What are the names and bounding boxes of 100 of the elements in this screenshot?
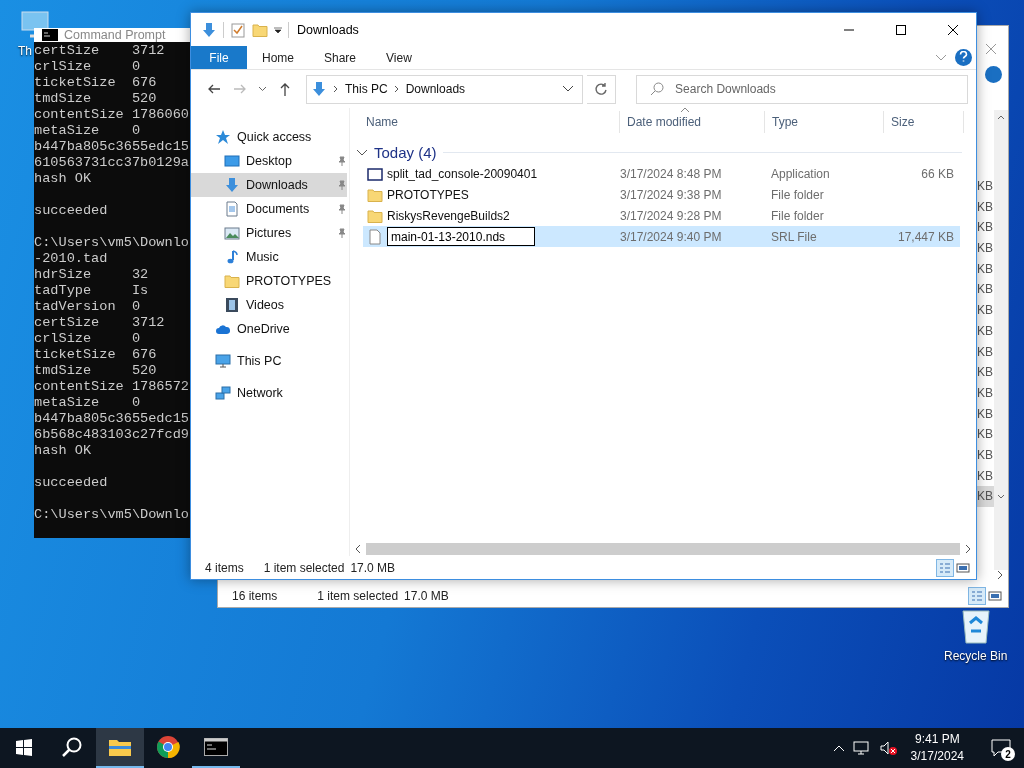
size-cell-text: KB xyxy=(976,322,994,340)
close-icon[interactable] xyxy=(986,44,996,54)
terminal-line: hdrSize 32 xyxy=(34,267,150,283)
status-text: 4 items xyxy=(205,560,244,575)
notifications-button[interactable]: 2 xyxy=(986,733,1016,763)
file-row[interactable]: split_tad_console-20090401 3/17/2024 8:48 PM Application 66 KB xyxy=(363,163,960,184)
desktop-icon[interactable]: Recycle Bin xyxy=(944,605,1008,663)
pin-icon xyxy=(337,228,347,238)
nav-item[interactable]: Pictures xyxy=(191,221,347,245)
file-name: RiskysRevengeBuilds2 xyxy=(387,208,510,223)
size-cell-text: KB xyxy=(976,384,994,402)
date-cell-text: 3/17/2024 8:48 PM xyxy=(620,166,723,181)
chevron-right-icon xyxy=(393,85,400,93)
network-icon xyxy=(215,385,231,401)
type-cell-text: File folder xyxy=(770,187,825,202)
ribbon-tab[interactable]: Home xyxy=(247,46,309,69)
ribbon-tab[interactable]: View xyxy=(371,46,427,69)
desktop-icon xyxy=(224,153,240,169)
size-cell-text: KB xyxy=(976,446,994,464)
terminal-line: crlSize 0 xyxy=(34,331,142,347)
column-header[interactable]: Size xyxy=(884,111,964,133)
terminal-line: metaSize 0 xyxy=(34,123,142,139)
nav-item[interactable]: Documents xyxy=(191,197,347,221)
file-row[interactable]: main-01-13-2010.nds 3/17/2024 9:40 PM SRL File 17,447 KB xyxy=(363,226,960,247)
film-icon xyxy=(224,297,240,313)
refresh-button[interactable] xyxy=(587,74,617,104)
taskbar-button[interactable] xyxy=(96,728,144,768)
nav-item[interactable]: Downloads xyxy=(191,173,347,197)
address-bar[interactable]: This PC Downloads xyxy=(306,74,584,104)
size-cell-text: 17,447 KB xyxy=(896,229,954,244)
file-row[interactable]: PROTOTYPES 3/17/2024 9:38 PM File folder xyxy=(363,184,960,205)
column-header[interactable]: Type xyxy=(765,111,884,133)
window-icon xyxy=(367,165,383,182)
group-header[interactable]: Today (4) xyxy=(374,143,437,161)
star-icon xyxy=(215,129,231,145)
nav-item[interactable]: Quick access xyxy=(191,125,347,149)
folder-icon xyxy=(108,737,132,757)
windows-logo-icon xyxy=(15,738,33,756)
nav-item[interactable]: Videos xyxy=(191,293,347,317)
clock-date[interactable]: 3/17/2024 xyxy=(910,748,964,765)
ribbon-tab[interactable]: Share xyxy=(309,46,372,69)
terminal-line: hash OK xyxy=(34,443,93,459)
size-cell-text: KB xyxy=(976,281,994,299)
terminal-line: contentSize 1786060 xyxy=(34,107,190,123)
nav-item[interactable]: PROTOTYPES xyxy=(191,269,347,293)
status-text: 17.0 MB xyxy=(404,588,449,603)
terminal-line: tmdSize 520 xyxy=(34,363,158,379)
scrollbar[interactable] xyxy=(994,110,1008,570)
breadcrumb[interactable]: This PC xyxy=(345,82,388,96)
folder-icon xyxy=(367,186,383,203)
nav-item[interactable]: Music xyxy=(191,245,347,269)
icon-label: Th xyxy=(18,44,32,58)
status-text: 17.0 MB xyxy=(350,560,396,575)
ribbon-tab[interactable]: File xyxy=(191,46,247,69)
refresh-icon xyxy=(594,82,609,96)
nav-item[interactable]: This PC xyxy=(191,349,347,373)
file-row[interactable]: RiskysRevengeBuilds2 3/17/2024 9:28 PM File folder xyxy=(363,205,960,226)
nav-item[interactable]: Desktop xyxy=(191,149,347,173)
maximize-icon xyxy=(896,24,906,35)
terminal-line: 6b568c483103c27fcd9 xyxy=(34,427,190,443)
pin-icon xyxy=(337,180,347,190)
file-name: split_tad_console-20090401 xyxy=(387,166,538,181)
terminal-line: b447ba805c3655edc15 xyxy=(34,139,190,155)
pin-icon xyxy=(337,156,347,166)
help-button[interactable] xyxy=(955,49,972,66)
folder-icon xyxy=(224,273,240,289)
nav-item[interactable]: OneDrive xyxy=(191,317,347,341)
terminal-line: tmdSize 520 xyxy=(34,91,158,107)
caret-icon xyxy=(274,25,282,34)
terminal-line: succeeded xyxy=(34,475,109,491)
column-header[interactable]: Date modified xyxy=(620,111,765,133)
size-cell-text: KB xyxy=(976,302,994,320)
size-cell-text: KB xyxy=(976,405,994,423)
date-cell-text: 3/17/2024 9:38 PM xyxy=(620,187,723,202)
column-header[interactable]: Name xyxy=(350,111,620,133)
chrome-logo-icon xyxy=(156,735,180,759)
terminal-line: contentSize 1786572 xyxy=(34,379,190,395)
breadcrumb[interactable]: Downloads xyxy=(405,82,466,96)
pictures-icon xyxy=(224,225,240,241)
chevron-right-icon xyxy=(333,85,339,93)
rename-field[interactable]: main-01-13-2010.nds xyxy=(387,227,535,246)
clock-time[interactable]: 9:41 PM xyxy=(914,731,960,748)
status-text: 1 item selected xyxy=(317,588,399,603)
nav-item[interactable]: Network xyxy=(191,381,347,405)
search-icon xyxy=(650,81,665,96)
muted-speaker-icon xyxy=(878,740,897,756)
chevron-down-icon xyxy=(935,54,947,62)
terminal-line: certSize 3712 xyxy=(34,43,166,59)
date-cell-text: 3/17/2024 9:28 PM xyxy=(620,208,723,223)
size-cell-text: KB xyxy=(976,426,994,444)
chevron-down-icon xyxy=(258,86,267,92)
window-title: Downloads xyxy=(297,22,360,37)
folder-icon xyxy=(367,207,383,224)
search-field[interactable]: Search Downloads xyxy=(636,74,968,104)
size-cell-text: KB xyxy=(976,467,994,485)
icon-label: Recycle Bin xyxy=(944,649,1008,663)
terminal-line: metaSize 0 xyxy=(34,395,142,411)
search-icon xyxy=(61,736,83,758)
type-cell-text: Application xyxy=(770,166,831,181)
file-name: PROTOTYPES xyxy=(387,187,469,202)
